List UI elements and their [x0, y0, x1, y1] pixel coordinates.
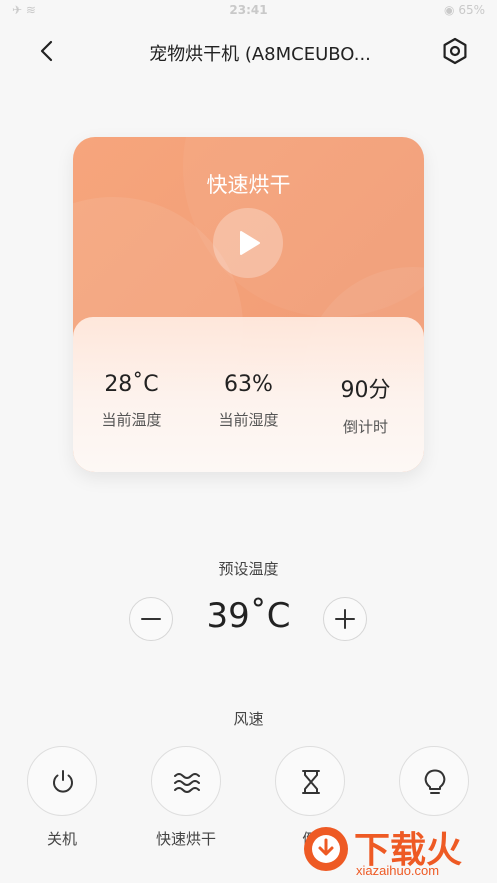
play-button[interactable] [213, 208, 283, 278]
wind-speed-label: 风速 [233, 710, 264, 728]
watermark-url: xiazaihuo.com [356, 863, 440, 878]
play-icon [240, 231, 260, 255]
preset-temperature-label: 预设温度 [218, 560, 279, 578]
stat-label: 当前湿度 [218, 411, 279, 429]
power-off-button[interactable]: 关机 [2, 746, 122, 849]
page-title: 宠物烘干机 (A8MCEUBO... [149, 44, 371, 65]
power-icon [53, 770, 73, 793]
hourglass-icon [302, 770, 320, 794]
status-bar: ✈ ≋ 23:41 ◉ 65% [0, 0, 497, 22]
mode-title: 快速烘干 [206, 173, 291, 197]
function-label: 快速烘干 [155, 830, 216, 848]
stat-value: 28˚C [104, 372, 159, 397]
function-circle[interactable] [151, 746, 221, 816]
back-button[interactable] [32, 36, 62, 66]
download-arrow-icon [312, 835, 340, 863]
stat-label: 当前温度 [101, 411, 162, 429]
function-circle[interactable] [399, 746, 469, 816]
minus-icon [141, 618, 161, 620]
function-circle[interactable] [27, 746, 97, 816]
stat-value: 63% [224, 372, 273, 397]
watermark-badge-icon [304, 827, 348, 871]
light-bulb-icon [424, 769, 446, 794]
stats-panel: 28˚C 当前温度 63% 当前湿度 90分 倒计时 [73, 317, 424, 472]
stat-countdown: 90分 倒计时 [307, 372, 424, 437]
stat-temperature: 28˚C 当前温度 [73, 372, 190, 430]
quick-dry-button[interactable]: 快速烘干 [126, 746, 246, 849]
stat-value: 90分 [340, 378, 391, 403]
stat-label: 倒计时 [342, 418, 388, 436]
settings-button[interactable] [440, 36, 470, 66]
function-label: 关机 [46, 830, 77, 848]
increase-temperature-button[interactable] [323, 597, 367, 641]
status-battery: ◉ 65% [444, 3, 485, 17]
nav-bar: 宠物烘干机 (A8MCEUBO... [0, 22, 497, 78]
wind-waves-icon [174, 773, 200, 793]
chevron-left-icon [40, 40, 53, 62]
stat-humidity: 63% 当前湿度 [190, 372, 307, 430]
gear-icon [443, 37, 467, 65]
preset-temperature-value: 39˚C [206, 596, 291, 636]
status-time: 23:41 [229, 3, 268, 17]
mode-card: 快速烘干 28˚C 当前温度 63% 当前湿度 90分 倒计时 [73, 137, 424, 472]
function-circle[interactable] [275, 746, 345, 816]
decrease-temperature-button[interactable] [129, 597, 173, 641]
watermark-logo: 下载火 xiazaihuo.com [296, 815, 497, 883]
plus-icon [335, 609, 355, 629]
